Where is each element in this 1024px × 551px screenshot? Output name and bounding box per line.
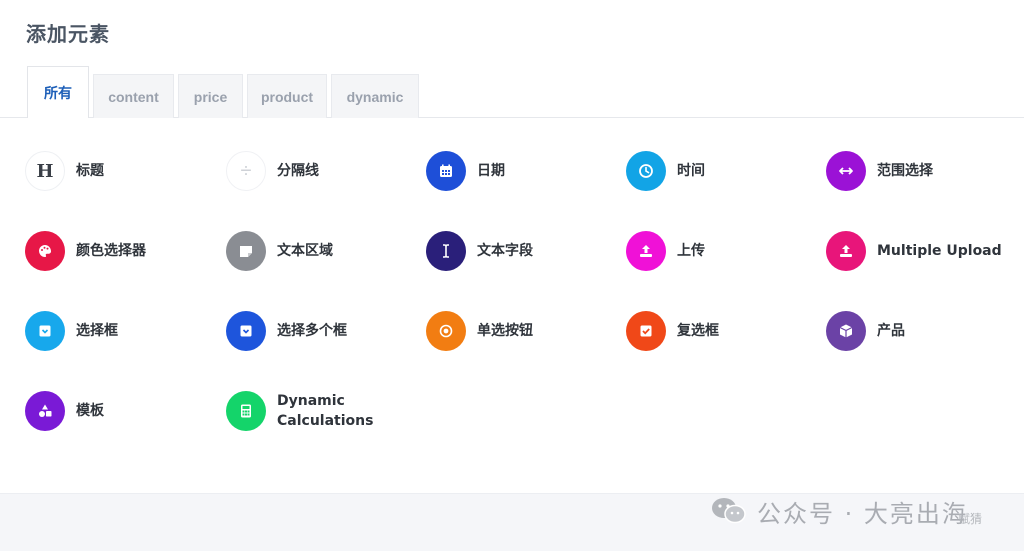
watermark-text: 公众号 · 大亮出海 bbox=[757, 499, 968, 528]
upload-icon bbox=[626, 231, 666, 271]
element-textarea[interactable]: 文本区域 bbox=[226, 231, 333, 271]
textarea-icon bbox=[226, 231, 266, 271]
element-multi-select[interactable]: 选择多个框 bbox=[226, 311, 347, 351]
wechat-icon bbox=[712, 498, 746, 524]
element-grid: H 标题 ÷ 分隔线 日期 时间 范围选择 颜色选择器 文本区域 文本字段 上传… bbox=[0, 118, 1024, 493]
element-label: Multiple Upload bbox=[877, 243, 1002, 259]
element-heading[interactable]: H 标题 bbox=[25, 151, 104, 191]
element-label: Dynamic Calculations bbox=[277, 393, 374, 429]
tab-price[interactable]: price bbox=[178, 74, 243, 118]
element-template[interactable]: 模板 bbox=[25, 391, 104, 431]
element-label: 上传 bbox=[677, 243, 705, 259]
element-color-picker[interactable]: 颜色选择器 bbox=[25, 231, 146, 271]
checkbox-icon bbox=[626, 311, 666, 351]
element-range[interactable]: 范围选择 bbox=[826, 151, 933, 191]
tab-dynamic[interactable]: dynamic bbox=[331, 74, 419, 118]
header: 添加元素 bbox=[0, 0, 1024, 62]
element-label: 单选按钮 bbox=[477, 323, 533, 339]
element-label: 产品 bbox=[877, 323, 905, 339]
watermark: 公众号 · 大亮出海 bbox=[709, 493, 968, 529]
element-label: 范围选择 bbox=[877, 163, 933, 179]
element-label: 选择框 bbox=[76, 323, 118, 339]
element-select[interactable]: 选择框 bbox=[25, 311, 118, 351]
element-time[interactable]: 时间 bbox=[626, 151, 705, 191]
calendar-icon bbox=[426, 151, 466, 191]
element-multiple-upload[interactable]: Multiple Upload bbox=[826, 231, 1002, 271]
element-dynamic-calculations[interactable]: Dynamic Calculations bbox=[226, 391, 377, 431]
divider-icon: ÷ bbox=[226, 151, 266, 191]
radio-button-icon bbox=[426, 311, 466, 351]
element-label: 文本区域 bbox=[277, 243, 333, 259]
element-checkbox[interactable]: 复选框 bbox=[626, 311, 719, 351]
tab-all[interactable]: 所有 bbox=[27, 66, 89, 118]
calculator-icon bbox=[226, 391, 266, 431]
element-date[interactable]: 日期 bbox=[426, 151, 505, 191]
page-title: 添加元素 bbox=[26, 22, 110, 46]
template-shapes-icon bbox=[25, 391, 65, 431]
palette-icon bbox=[25, 231, 65, 271]
element-upload[interactable]: 上传 bbox=[626, 231, 705, 271]
clock-icon bbox=[626, 151, 666, 191]
element-label: 模板 bbox=[76, 403, 104, 419]
element-label: 时间 bbox=[677, 163, 705, 179]
element-radio[interactable]: 单选按钮 bbox=[426, 311, 533, 351]
select-box-icon bbox=[25, 311, 65, 351]
element-label: 日期 bbox=[477, 163, 505, 179]
element-label: 文本字段 bbox=[477, 243, 533, 259]
watermark-subtext: 赋猜 bbox=[958, 512, 983, 526]
range-arrows-icon bbox=[826, 151, 866, 191]
tab-content[interactable]: content bbox=[93, 74, 174, 118]
element-text-field[interactable]: 文本字段 bbox=[426, 231, 533, 271]
element-label: 复选框 bbox=[677, 323, 719, 339]
element-label: 分隔线 bbox=[277, 163, 319, 179]
element-label: 标题 bbox=[76, 163, 104, 179]
text-cursor-icon bbox=[426, 231, 466, 271]
multi-select-icon bbox=[226, 311, 266, 351]
element-label: 颜色选择器 bbox=[76, 243, 146, 259]
heading-icon: H bbox=[25, 151, 65, 191]
element-label: 选择多个框 bbox=[277, 323, 347, 339]
element-product[interactable]: 产品 bbox=[826, 311, 905, 351]
product-box-icon bbox=[826, 311, 866, 351]
tab-product[interactable]: product bbox=[247, 74, 327, 118]
element-divider[interactable]: ÷ 分隔线 bbox=[226, 151, 319, 191]
upload-icon bbox=[826, 231, 866, 271]
tab-bar: 所有 content price product dynamic bbox=[0, 62, 1024, 118]
